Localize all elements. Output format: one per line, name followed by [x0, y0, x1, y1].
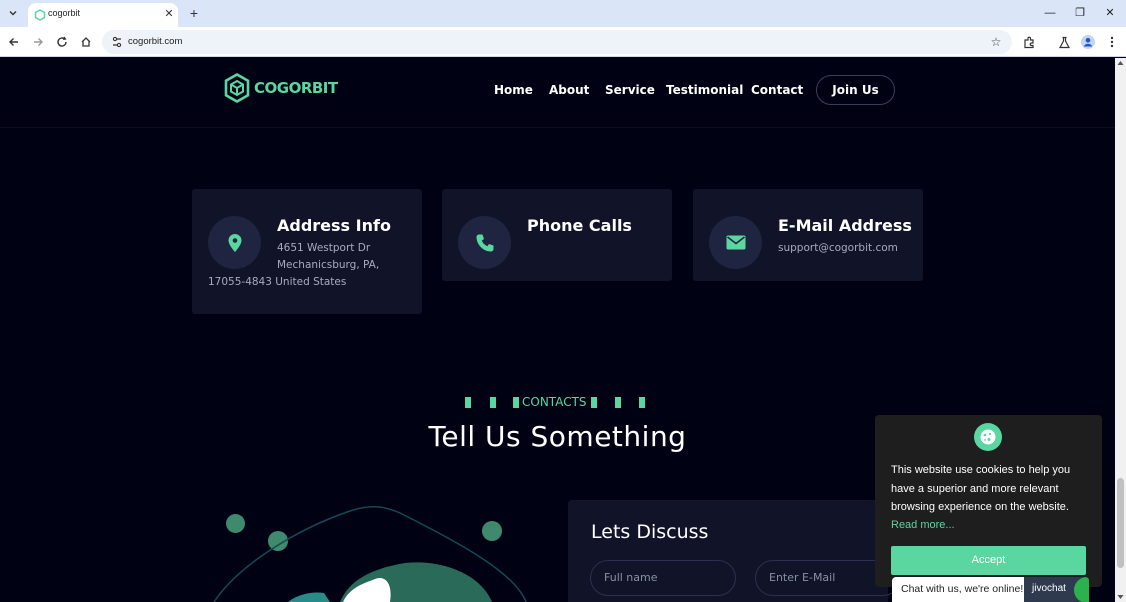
minimize-icon[interactable]: — [1042, 5, 1058, 21]
form-title: Lets Discuss [591, 521, 709, 543]
chat-brand-text: jivochat [1032, 583, 1066, 594]
cookie-read-more-link[interactable]: Read more... [891, 519, 955, 531]
cookie-message: This website use cookies to help you hav… [891, 464, 1071, 513]
email-card: E-Mail Address support@cogorbit.com [693, 189, 923, 281]
scroll-down-icon[interactable] [1117, 594, 1124, 600]
chat-label: Chat with us, we're online! [901, 583, 1024, 595]
logo-text: COGORBIT [254, 79, 338, 97]
nav-home[interactable]: Home [494, 83, 533, 97]
contact-form: Lets Discuss Full name Enter E-Mail [568, 500, 901, 602]
phone-icon-circle [458, 216, 511, 269]
site-logo[interactable]: COGORBIT [224, 73, 338, 103]
address-card: Address Info 4651 Westport Dr Mechanicsb… [192, 189, 422, 314]
email-address[interactable]: support@cogorbit.com [778, 240, 898, 257]
card-title: E-Mail Address [778, 216, 912, 235]
tag-bar [614, 396, 621, 408]
browser-tab[interactable]: cogorbit ✕ [28, 3, 178, 27]
address-line2: Mechanicsburg, PA, [277, 259, 380, 271]
reload-button[interactable] [54, 34, 70, 50]
fullname-input[interactable]: Full name [590, 560, 736, 596]
menu-kebab-icon[interactable] [1104, 34, 1120, 50]
site-info-icon[interactable] [110, 35, 124, 49]
cookie-accept-button[interactable]: Accept [891, 546, 1086, 575]
contacts-tag: CONTACTS [465, 395, 655, 409]
card-title: Phone Calls [527, 216, 632, 235]
labs-flask-icon[interactable] [1056, 34, 1072, 50]
tag-bar [513, 396, 519, 408]
home-icon [81, 37, 91, 47]
browser-toolbar: cogorbit.com ☆ [0, 27, 1126, 57]
profile-avatar-icon[interactable] [1080, 34, 1096, 50]
chat-bubble-icon [1074, 577, 1089, 602]
cookie-icon [974, 423, 1002, 451]
cookie-consent-popup: This website use cookies to help you hav… [875, 415, 1102, 587]
tab-title: cogorbit [48, 8, 81, 18]
scroll-up-icon[interactable] [1117, 60, 1124, 66]
tag-bar [490, 396, 496, 408]
home-button[interactable] [78, 34, 94, 50]
envelope-icon [726, 235, 745, 250]
arrow-right-icon [34, 38, 43, 46]
contacts-tag-text: CONTACTS [522, 395, 587, 409]
phone-icon [476, 234, 493, 251]
phone-card: Phone Calls [442, 189, 672, 281]
page-scrollbar[interactable] [1115, 58, 1126, 602]
tag-bar [465, 396, 471, 408]
extensions-icon[interactable] [1021, 34, 1037, 50]
nav-about[interactable]: About [549, 83, 589, 97]
card-title: Address Info [277, 216, 391, 235]
map-pin-icon [228, 233, 241, 252]
chevron-down-icon [9, 11, 17, 16]
favicon-icon [34, 9, 46, 21]
contact-illustration [213, 506, 527, 602]
address-line3: 17055-4843 United States [208, 276, 347, 288]
scroll-thumb[interactable] [1117, 478, 1124, 568]
nav-service[interactable]: Service [605, 83, 655, 97]
address-line1: 4651 Westport Dr [277, 242, 371, 254]
chat-brand: jivochat [1024, 577, 1089, 602]
back-button[interactable] [6, 34, 22, 50]
arrow-left-icon [9, 38, 18, 46]
email-icon-circle [709, 216, 762, 269]
new-tab-button[interactable]: + [186, 5, 202, 21]
tag-bar [638, 396, 645, 408]
site-header: COGORBIT Home About Service Testimonial … [0, 58, 1115, 128]
close-window-icon[interactable]: ✕ [1102, 5, 1118, 21]
tab-close-icon[interactable]: ✕ [162, 7, 176, 21]
browser-tab-bar: cogorbit ✕ + — ❐ ✕ [0, 0, 1126, 27]
nav-contact[interactable]: Contact [751, 83, 803, 97]
chat-widget[interactable]: Chat with us, we're online! jivochat [892, 577, 1089, 602]
tab-list-button[interactable] [4, 4, 22, 22]
reload-icon [57, 36, 67, 47]
join-us-button[interactable]: Join Us [816, 75, 895, 105]
restore-icon[interactable]: ❐ [1072, 5, 1088, 21]
cube-logo-icon [224, 73, 250, 103]
address-icon-circle [208, 216, 261, 269]
nav-testimonial[interactable]: Testimonial [666, 83, 743, 97]
url-text: cogorbit.com [128, 36, 183, 47]
bookmark-star-icon[interactable]: ☆ [988, 34, 1004, 50]
tag-bar [590, 396, 597, 408]
forward-button[interactable] [30, 34, 46, 50]
address-bar[interactable]: cogorbit.com ☆ [102, 30, 1012, 54]
